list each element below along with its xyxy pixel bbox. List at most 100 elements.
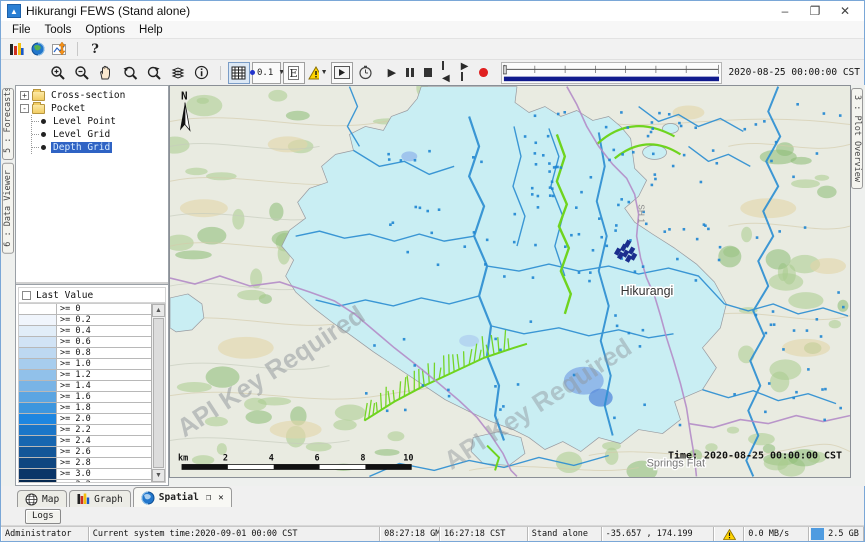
undock-icon[interactable]: ❐ [206, 493, 211, 503]
legend-row[interactable]: >= 3.0 [19, 469, 151, 480]
legend-row[interactable]: >= 2.6 [19, 447, 151, 458]
scroll-thumb[interactable] [153, 318, 164, 468]
legend-row[interactable]: >= 3.2 [19, 480, 151, 483]
zoom-next-button[interactable] [143, 62, 165, 84]
spatial-display-button[interactable] [28, 40, 48, 58]
scroll-down-icon[interactable]: ▼ [152, 469, 165, 482]
legend-row[interactable]: >= 1.4 [19, 381, 151, 392]
svg-text:4: 4 [269, 452, 274, 462]
legend-row-label: >= 2.6 [57, 447, 94, 457]
tab-plot-overview[interactable]: 3 : Plot Overview [851, 88, 863, 189]
chart-arrow-icon [52, 42, 68, 56]
close-button[interactable]: ✕ [830, 2, 860, 20]
minimize-button[interactable]: – [770, 2, 800, 20]
step-forward-button[interactable]: ▶ [461, 61, 470, 84]
record-button[interactable] [479, 68, 487, 77]
timer-button[interactable] [355, 62, 377, 84]
zoom-previous-button[interactable] [119, 62, 141, 84]
tab-forecasts[interactable]: 5 : Forecasts [2, 88, 14, 160]
stop-button[interactable] [424, 68, 432, 77]
legend-row[interactable]: >= 0.2 [19, 315, 151, 326]
status-mode: Stand alone [528, 527, 602, 541]
expand-icon[interactable]: + [20, 91, 29, 100]
database-display-button[interactable] [6, 40, 26, 58]
status-bar: Administrator Current system time:2020-0… [1, 526, 864, 541]
warnings-dropdown[interactable]: ▼ [307, 62, 329, 84]
legend-row-label: >= 1.8 [57, 403, 94, 413]
pan-button[interactable] [95, 62, 117, 84]
animation-player-button[interactable] [331, 62, 353, 84]
logs-button[interactable]: Logs [25, 509, 61, 524]
menu-tools[interactable]: Tools [38, 24, 79, 36]
help-button[interactable]: ? [85, 40, 105, 58]
legend-row[interactable]: >= 0 [19, 304, 151, 315]
status-system-time: Current system time:2020-09-01 00:00 CST [89, 527, 380, 541]
titlebar: ▲ Hikurangi FEWS (Stand alone) – ❐ ✕ [1, 1, 864, 21]
status-warning[interactable] [714, 527, 744, 541]
legend-color-swatch [19, 392, 57, 402]
tree-node-level-point[interactable]: Level Point [32, 115, 166, 128]
legend-color-swatch [19, 425, 57, 435]
menu-help[interactable]: Help [132, 24, 170, 36]
globe-blue-icon [141, 491, 155, 505]
menubar: File Tools Options Help [1, 21, 864, 39]
tree-node-label: Level Point [51, 116, 118, 127]
main-content: 5 : Forecasts 6 : Data Viewer + Cross-se… [1, 85, 864, 486]
legend-scrollbar[interactable]: ▲ ▼ [151, 304, 165, 482]
time-slider-track [502, 63, 721, 83]
tab-data-viewer[interactable]: 6 : Data Viewer [2, 163, 14, 254]
tree-node-cross-section[interactable]: + Cross-section [18, 89, 166, 102]
info-icon [194, 65, 209, 80]
threshold-dropdown[interactable]: 0.1 ▼ [252, 62, 281, 84]
legend-row[interactable]: >= 0.4 [19, 326, 151, 337]
maximize-button[interactable]: ❐ [800, 2, 830, 20]
pause-button[interactable] [406, 68, 414, 77]
tab-map[interactable]: Map [17, 490, 67, 507]
tree-node-depth-grid[interactable]: Depth Grid [32, 141, 166, 154]
menu-options[interactable]: Options [78, 24, 132, 36]
zoom-out-icon [74, 65, 90, 81]
step-back-button[interactable]: ◀ [442, 61, 451, 84]
layers-button[interactable] [167, 62, 189, 84]
legend-row[interactable]: >= 2.2 [19, 425, 151, 436]
legend-row[interactable]: >= 0.8 [19, 348, 151, 359]
label-toggle-button[interactable]: E [283, 62, 305, 84]
legend-row[interactable]: >= 1.8 [19, 403, 151, 414]
timeseries-display-button[interactable] [50, 40, 70, 58]
legend-row[interactable]: >= 2.4 [19, 436, 151, 447]
legend-row-label: >= 3.0 [57, 469, 94, 479]
document-tabs: Map Graph Spatial ❐ ✕ [1, 486, 864, 507]
map-canvas[interactable]: API Key Required API Key Required Hikura… [169, 85, 851, 478]
collapse-icon[interactable]: - [20, 104, 29, 113]
layers-icon [170, 66, 186, 80]
tree-node-level-grid[interactable]: Level Grid [32, 128, 166, 141]
legend-row[interactable]: >= 1.2 [19, 370, 151, 381]
legend-row[interactable]: >= 0.6 [19, 337, 151, 348]
play-button[interactable]: ▶ [388, 66, 396, 79]
legend-row[interactable]: >= 2.8 [19, 458, 151, 469]
zoom-out-button[interactable] [71, 62, 93, 84]
close-tab-icon[interactable]: ✕ [218, 493, 223, 503]
tree-node-label: Cross-section [49, 90, 127, 101]
last-value-checkbox[interactable]: Last Value [18, 287, 166, 303]
scroll-up-icon[interactable]: ▲ [152, 304, 165, 317]
legend-row[interactable]: >= 1.0 [19, 359, 151, 370]
tab-spatial[interactable]: Spatial ❐ ✕ [133, 487, 232, 507]
legend-color-swatch [19, 381, 57, 391]
legend-row-label: >= 1.6 [57, 392, 94, 402]
legend-color-swatch [19, 326, 57, 336]
tab-graph[interactable]: Graph [69, 490, 131, 507]
checkbox-icon[interactable] [22, 291, 31, 300]
legend-row-label: >= 2.8 [57, 458, 94, 468]
legend-row[interactable]: >= 2.0 [19, 414, 151, 425]
time-slider[interactable] [501, 62, 722, 84]
info-button[interactable] [191, 62, 213, 84]
zoom-in-button[interactable] [47, 62, 69, 84]
threshold-value: 0.1 [257, 68, 273, 78]
legend-row[interactable]: >= 1.6 [19, 392, 151, 403]
chevron-down-icon: ▼ [321, 69, 328, 76]
threshold-dot-icon [250, 70, 255, 75]
menu-file[interactable]: File [5, 24, 38, 36]
legend-row-label: >= 2.4 [57, 436, 94, 446]
tree-node-pocket[interactable]: - Pocket [18, 102, 166, 115]
